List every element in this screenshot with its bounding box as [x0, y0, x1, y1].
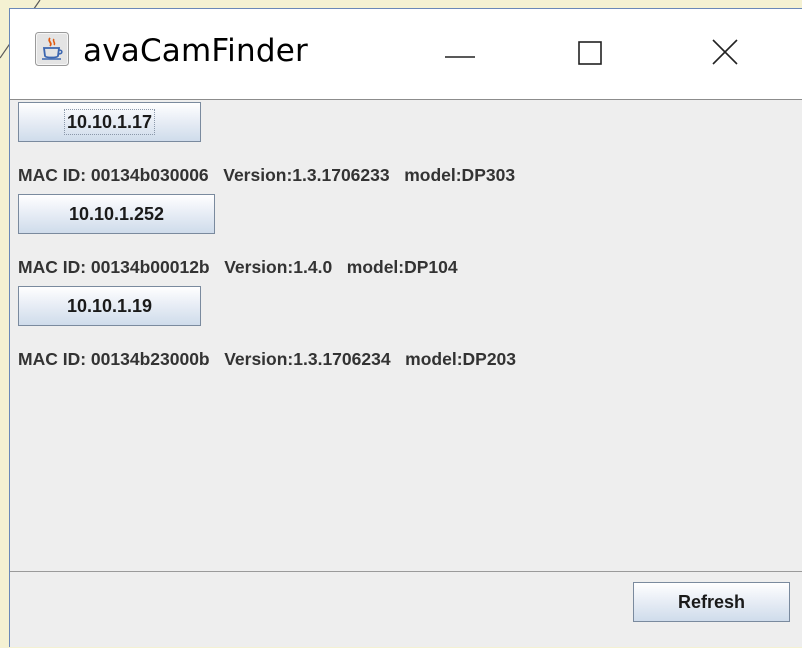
- title-bar[interactable]: avaCamFinder: [10, 9, 802, 100]
- minimize-icon[interactable]: [435, 31, 485, 71]
- close-icon[interactable]: [700, 31, 750, 71]
- java-coffee-cup-icon: [35, 32, 69, 66]
- device-ip-label: 10.10.1.17: [63, 109, 156, 135]
- device-info: MAC ID: 00134b23000b Version:1.3.1706234…: [18, 349, 517, 369]
- device-ip-label: 10.10.1.252: [68, 204, 165, 224]
- window-title: avaCamFinder: [83, 33, 308, 69]
- device-ip-button[interactable]: 10.10.1.252: [18, 194, 215, 234]
- refresh-button[interactable]: Refresh: [633, 582, 790, 622]
- footer-panel: Refresh: [10, 572, 802, 648]
- device-info: MAC ID: 00134b00012b Version:1.4.0 model…: [18, 257, 458, 277]
- maximize-icon[interactable]: [565, 31, 615, 71]
- device-info: MAC ID: 00134b030006 Version:1.3.1706233…: [18, 165, 516, 185]
- app-window: avaCamFinder 10.10.1.17 MAC ID: 00134b03…: [9, 8, 802, 647]
- device-ip-label: 10.10.1.19: [66, 296, 153, 316]
- device-ip-button[interactable]: 10.10.1.19: [18, 286, 201, 326]
- device-list: 10.10.1.17 MAC ID: 00134b030006 Version:…: [10, 100, 802, 572]
- device-ip-button[interactable]: 10.10.1.17: [18, 102, 201, 142]
